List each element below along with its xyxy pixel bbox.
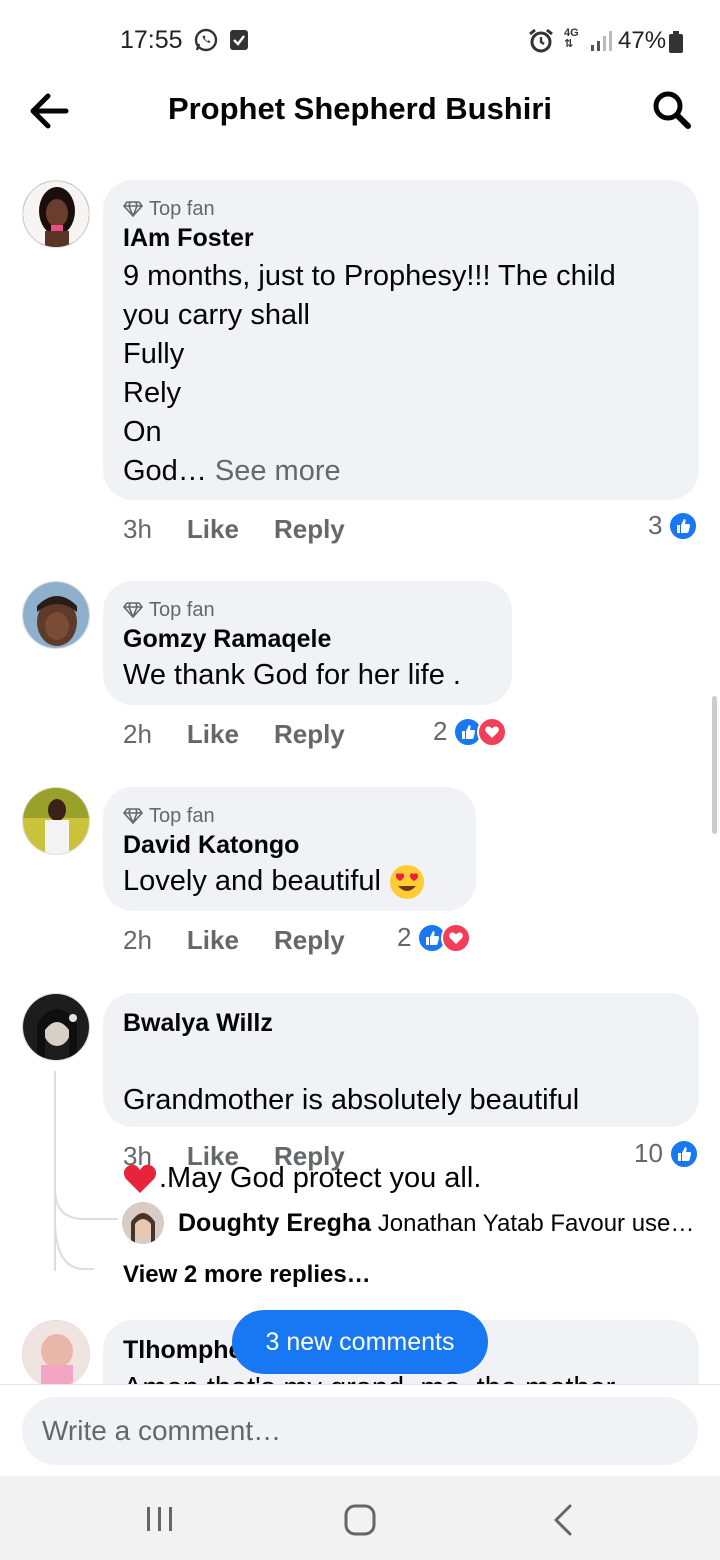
avatar[interactable] (22, 993, 90, 1061)
comment-bubble[interactable]: Top fan IAm Foster 9 months, just to Pro… (103, 180, 699, 500)
reply-button[interactable]: Reply (274, 719, 345, 750)
top-fan-badge: Top fan (123, 597, 492, 623)
top-fan-badge: Top fan (123, 803, 456, 829)
reply-button[interactable]: Reply (274, 514, 345, 545)
diamond-icon (123, 602, 143, 618)
like-button[interactable]: Like (187, 1141, 239, 1172)
comment-author[interactable]: David Katongo (123, 831, 456, 860)
reaction-summary[interactable]: 2 (433, 716, 508, 747)
search-icon[interactable] (652, 90, 692, 130)
reaction-summary[interactable]: 10 (634, 1138, 699, 1169)
new-comments-button[interactable]: 3 new comments (232, 1310, 488, 1374)
page-title: Prophet Shepherd Bushiri (167, 91, 553, 126)
thread-connector (54, 1189, 118, 1270)
comment-composer: Write a comment… (0, 1384, 720, 1477)
reaction-count: 2 (433, 716, 448, 746)
avatar[interactable] (122, 1202, 164, 1244)
recent-apps-icon[interactable] (146, 1506, 174, 1532)
comment-bubble[interactable]: Top fan David Katongo Lovely and beautif… (103, 787, 476, 911)
reaction-summary[interactable]: 3 (648, 510, 699, 541)
top-fan-badge: Top fan (123, 196, 679, 222)
whatsapp-icon (194, 28, 218, 52)
reaction-count: 3 (648, 510, 663, 540)
comment-author[interactable]: IAm Foster (123, 224, 679, 253)
diamond-icon (123, 808, 143, 824)
reply-button[interactable]: Reply (274, 1141, 345, 1172)
system-nav-bar (0, 1476, 720, 1560)
reply-preview[interactable]: Doughty Eregha Jonathan Yatab Favour use… (122, 1202, 694, 1244)
avatar[interactable] (22, 180, 90, 248)
avatar[interactable] (22, 787, 90, 855)
comment-actions: 3h Like Reply (123, 1141, 345, 1172)
comment-bubble[interactable]: Top fan Gomzy Ramaqele We thank God for … (103, 581, 512, 705)
like-reaction-icon (668, 510, 699, 541)
comment-actions: 2h Like Reply (123, 925, 345, 956)
alarm-icon (529, 28, 553, 53)
comment-time: 3h (123, 1141, 152, 1171)
comment-time: 3h (123, 514, 152, 544)
check-notification-icon (230, 30, 248, 50)
reply-button[interactable]: Reply (274, 925, 345, 956)
view-more-replies-link[interactable]: View 2 more replies… (123, 1261, 371, 1289)
avatar[interactable] (22, 581, 90, 649)
comment-time: 2h (123, 719, 152, 749)
signal-icon (591, 31, 612, 51)
comment-text: 9 months, just to Prophesy!!! The child … (123, 260, 616, 487)
comment-bubble[interactable]: Bwalya Willz Grandmother is absolutely b… (103, 993, 699, 1194)
comment-text: We thank God for her life . (123, 659, 461, 691)
reaction-count: 2 (397, 922, 412, 952)
like-reaction-icon (668, 1138, 699, 1169)
like-button[interactable]: Like (187, 514, 239, 545)
comment-time: 2h (123, 925, 152, 955)
like-button[interactable]: Like (187, 925, 239, 956)
like-button[interactable]: Like (187, 719, 239, 750)
page-header: Prophet Shepherd Bushiri (0, 80, 720, 144)
reply-text: Jonathan Yatab Favour use… (377, 1209, 695, 1237)
comment-text: Lovely and beautiful (123, 862, 456, 901)
status-time: 17:55 (120, 26, 183, 54)
comment-actions: 2h Like Reply (123, 719, 345, 750)
comment-author[interactable]: Gomzy Ramaqele (123, 625, 492, 654)
scrollbar[interactable] (712, 696, 717, 834)
reply-author[interactable]: Doughty Eregha (178, 1209, 371, 1237)
back-nav-icon[interactable] (552, 1504, 574, 1536)
avatar[interactable] (22, 1320, 90, 1388)
battery-icon (669, 31, 683, 53)
reaction-summary[interactable]: 2 (397, 922, 472, 953)
heart-eyes-emoji-icon (389, 864, 424, 899)
love-reaction-icon (441, 922, 472, 953)
status-bar: 17:55 4G ⇅ 47% (0, 0, 720, 80)
love-reaction-icon (477, 716, 508, 747)
home-icon[interactable] (344, 1504, 376, 1536)
battery-percent: 47% (618, 27, 667, 54)
reaction-count: 10 (634, 1138, 663, 1168)
comment-actions: 3h Like Reply (123, 514, 345, 545)
see-more-link[interactable]: See more (215, 455, 341, 487)
diamond-icon (123, 201, 143, 217)
comment-author[interactable]: Bwalya Willz (123, 1009, 679, 1038)
network-type: 4G ⇅ (564, 27, 579, 50)
comment-input[interactable]: Write a comment… (22, 1397, 698, 1465)
